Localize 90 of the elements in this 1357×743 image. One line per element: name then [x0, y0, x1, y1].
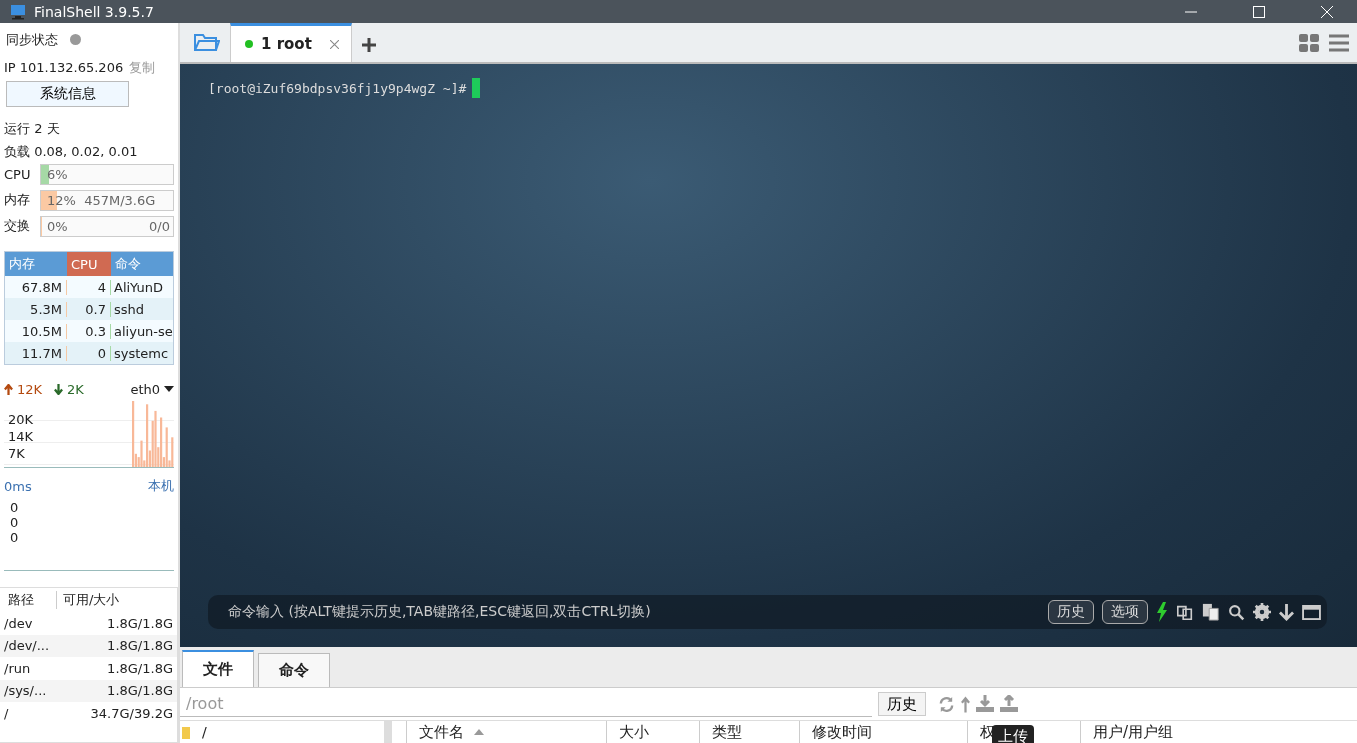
history-button[interactable]: 历史	[878, 692, 926, 716]
folder-icon	[182, 725, 190, 739]
maximize-icon[interactable]	[1253, 5, 1265, 18]
session-tab[interactable]: 1 root	[230, 23, 352, 62]
arrow-down-icon	[54, 383, 64, 395]
arrow-down-icon[interactable]	[1279, 603, 1294, 621]
axis-label: 14K	[8, 429, 35, 444]
tree-item[interactable]: /	[202, 724, 207, 740]
download-rate: 2K	[67, 381, 84, 397]
column-header[interactable]: 修改时间	[799, 721, 967, 743]
folder-icon[interactable]	[194, 32, 220, 52]
axis-label: 7K	[8, 446, 26, 461]
upload-icon[interactable]	[1000, 695, 1018, 713]
table-cell: 5.3M	[5, 301, 67, 317]
cursor	[472, 78, 481, 98]
table-cell: 0	[67, 345, 111, 361]
load-text: 负载 0.08, 0.02, 0.01	[4, 142, 138, 161]
uptime-text: 运行 2 天	[4, 119, 60, 138]
table-cell-text: sshd	[113, 301, 146, 317]
settings-icon[interactable]	[1253, 603, 1271, 621]
table-cell: 67.8M	[5, 279, 67, 295]
column-header[interactable]: 文件名	[406, 721, 606, 743]
command-bar-button[interactable]: 历史	[1048, 600, 1094, 624]
column-header[interactable]: 类型	[699, 721, 799, 743]
meter-label: 交换	[4, 217, 31, 235]
axis-label: 0	[10, 515, 20, 530]
ip-address: IP 101.132.65.206	[4, 60, 124, 75]
sync-status-label: 同步状态	[6, 30, 58, 49]
upload-rate: 12K	[17, 381, 43, 397]
meter-total: 0/0	[149, 218, 170, 234]
table-cell: /	[4, 705, 9, 721]
window-title: FinalShell 3.9.5.7	[34, 3, 154, 20]
meter-label: 内存	[4, 191, 31, 209]
table-cell: 0.7	[67, 301, 111, 317]
table-cell: 4	[67, 279, 111, 295]
table-cell: /sys/...	[4, 683, 47, 699]
grid-view-icon[interactable]	[1299, 34, 1319, 52]
table-cell-text: AliYunD	[113, 279, 165, 295]
traffic-bars-drawing	[132, 399, 174, 467]
table-cell-text: systemc	[113, 345, 170, 361]
column-header[interactable]: CPU	[67, 252, 111, 276]
close-icon[interactable]	[329, 39, 339, 49]
table-cell: 1.8G/1.8G	[107, 660, 173, 676]
sort-ascending-icon[interactable]	[474, 729, 484, 735]
refresh-icon[interactable]	[938, 695, 955, 713]
column-header[interactable]: 大小	[606, 721, 699, 743]
add-tab-icon[interactable]	[361, 38, 376, 52]
table-cell: /run	[4, 660, 31, 676]
command-bar-button[interactable]: 选项	[1102, 600, 1148, 624]
interface-dropdown[interactable]: eth0	[130, 381, 160, 397]
axis-label: 0	[10, 500, 20, 515]
caret-icon[interactable]	[164, 386, 174, 392]
arrow-up-icon	[4, 383, 13, 395]
table-cell: 1.8G/1.8G	[107, 638, 173, 654]
menu-icon[interactable]	[1329, 34, 1349, 52]
window-icon[interactable]	[1302, 604, 1321, 620]
monitor-icon	[10, 3, 26, 20]
table-cell: /dev/...	[4, 638, 50, 654]
table-cell-text: aliyun-se	[113, 323, 173, 339]
search-icon[interactable]	[1228, 603, 1245, 621]
table-cell: 34.7G/39.2G	[90, 705, 173, 721]
column-header[interactable]: 用户/用户组	[1080, 721, 1260, 743]
axis-label: 0	[10, 530, 20, 545]
command-input-bar[interactable]: 命令输入 (按ALT键提示历史,TAB键路径,ESC键返回,双击CTRL切换) 历史 选项	[208, 595, 1327, 629]
tooltip: 上传	[992, 725, 1034, 743]
terminal-panel[interactable]: [root@iZuf69bdpsv36fj1y9p4wgZ ~]# 命令输入 (按ALT键提示历史,TAB键路径,ESC键返回,双击CTRL切换) 历史 选项	[180, 64, 1357, 647]
system-info-button[interactable]: 系统信息	[6, 81, 129, 107]
status-dot	[70, 34, 81, 45]
table-cell: 1.8G/1.8G	[107, 615, 173, 631]
download-icon[interactable]	[976, 695, 994, 713]
column-header[interactable]: 可用/大小	[57, 591, 120, 609]
lightning-icon[interactable]	[1156, 602, 1168, 622]
meter-value: 0%	[46, 218, 68, 234]
command-input-placeholder: 命令输入 (按ALT键提示历史,TAB键路径,ESC键返回,双击CTRL切换)	[228, 603, 651, 621]
panel-tab[interactable]: 文件	[182, 650, 254, 687]
column-header[interactable]: 路径	[0, 591, 57, 609]
table-cell: /dev	[4, 615, 33, 631]
arrow-up-icon[interactable]	[961, 695, 970, 713]
paste-icon[interactable]	[1202, 603, 1220, 621]
panel-tab[interactable]: 命令	[258, 653, 330, 687]
table-cell: 0.3	[67, 323, 111, 339]
table-cell: 11.7M	[5, 345, 67, 361]
table-cell: 10.5M	[5, 323, 67, 339]
axis-label: 20K	[8, 412, 35, 427]
table-cell: 1.8G/1.8G	[107, 683, 173, 699]
latency-text: 0ms	[4, 478, 32, 494]
host-link[interactable]: 本机	[148, 477, 174, 495]
copy-icon[interactable]	[1176, 603, 1194, 621]
shell-prompt: [root@iZuf69bdpsv36fj1y9p4wgZ ~]#	[208, 80, 467, 96]
meter-label: CPU	[4, 166, 32, 182]
